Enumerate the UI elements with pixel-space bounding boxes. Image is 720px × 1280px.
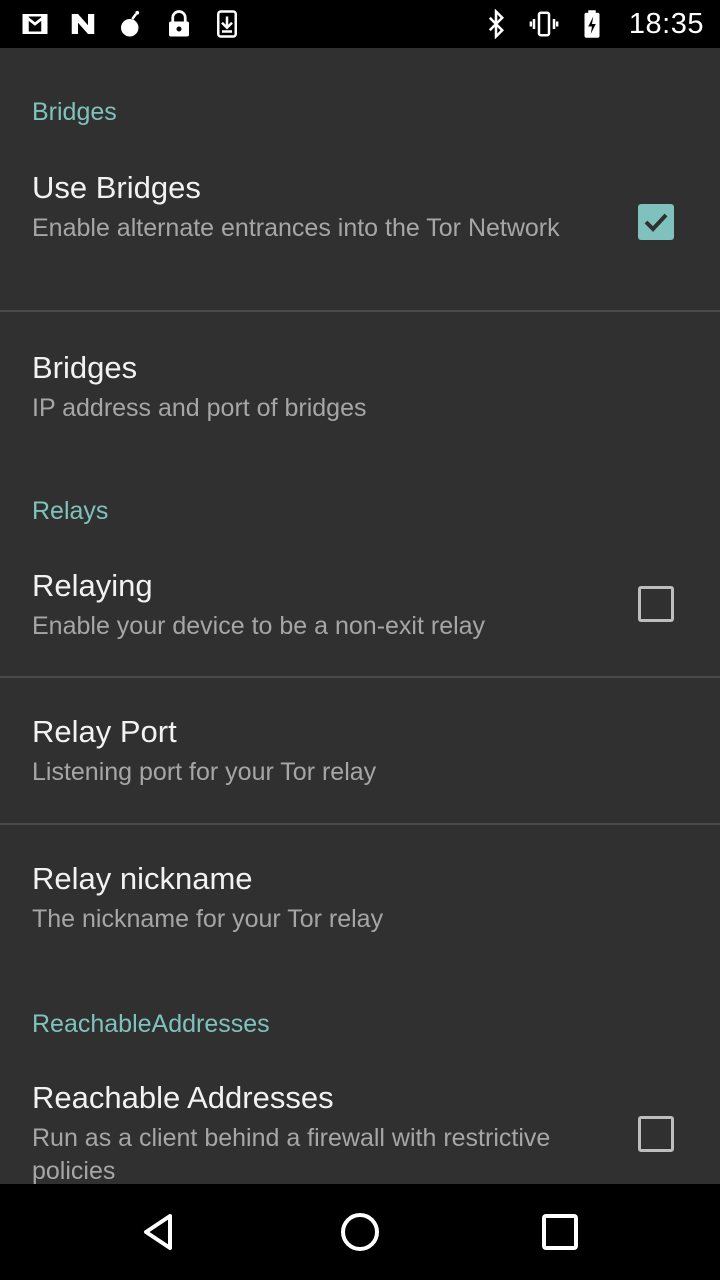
battery-charging-icon (577, 9, 607, 39)
back-icon[interactable] (136, 1208, 184, 1256)
system-icons: 18:35 (481, 8, 704, 41)
pref-bridges[interactable]: Bridges IP address and port of bridges (0, 312, 720, 454)
pref-relaying[interactable]: Relaying Enable your device to be a non-… (0, 548, 720, 676)
bomb-icon (116, 9, 146, 39)
gmail-icon (20, 9, 50, 39)
pref-title: Bridges (32, 350, 138, 385)
pref-use-bridges[interactable]: Use Bridges Enable alternate entrances i… (0, 152, 720, 310)
pref-summary: IP address and port of bridges (32, 394, 367, 422)
pref-title: Use Bridges (32, 170, 201, 205)
pref-relay-nickname[interactable]: Relay nickname The nickname for your Tor… (0, 825, 720, 965)
notification-n-icon (68, 9, 98, 39)
pref-title: Relaying (32, 568, 153, 603)
pref-summary: Enable your device to be a non-exit rela… (32, 612, 486, 640)
relaying-checkbox[interactable] (638, 586, 674, 622)
vibrate-icon (529, 9, 559, 39)
recents-icon[interactable] (536, 1208, 584, 1256)
pref-title: Relay nickname (32, 861, 253, 896)
pref-summary: Enable alternate entrances into the Tor … (32, 214, 560, 242)
settings-list[interactable]: Bridges Use Bridges Enable alternate ent… (0, 48, 720, 1184)
section-header-relays: Relays (32, 497, 109, 525)
status-bar: 18:35 (0, 0, 720, 48)
navigation-bar (0, 1184, 720, 1280)
pref-reachable-addresses[interactable]: Reachable Addresses Run as a client behi… (0, 1062, 720, 1184)
lock-icon (164, 9, 194, 39)
pref-summary: The nickname for your Tor relay (32, 905, 384, 933)
clock: 18:35 (628, 7, 704, 40)
pref-summary: Listening port for your Tor relay (32, 758, 377, 786)
bluetooth-icon (481, 9, 511, 39)
notification-icons (20, 9, 242, 39)
section-header-bridges: Bridges (32, 98, 117, 126)
use-bridges-checkbox[interactable] (638, 204, 674, 240)
pref-summary: Run as a client behind a firewall with r… (32, 1124, 551, 1184)
reachable-addresses-checkbox[interactable] (638, 1116, 674, 1152)
home-icon[interactable] (336, 1208, 384, 1256)
section-header-reachable-addresses: ReachableAddresses (32, 1010, 270, 1038)
pref-title: Reachable Addresses (32, 1080, 334, 1115)
pref-title: Relay Port (32, 714, 177, 749)
download-icon (212, 9, 242, 39)
pref-relay-port[interactable]: Relay Port Listening port for your Tor r… (0, 678, 720, 823)
